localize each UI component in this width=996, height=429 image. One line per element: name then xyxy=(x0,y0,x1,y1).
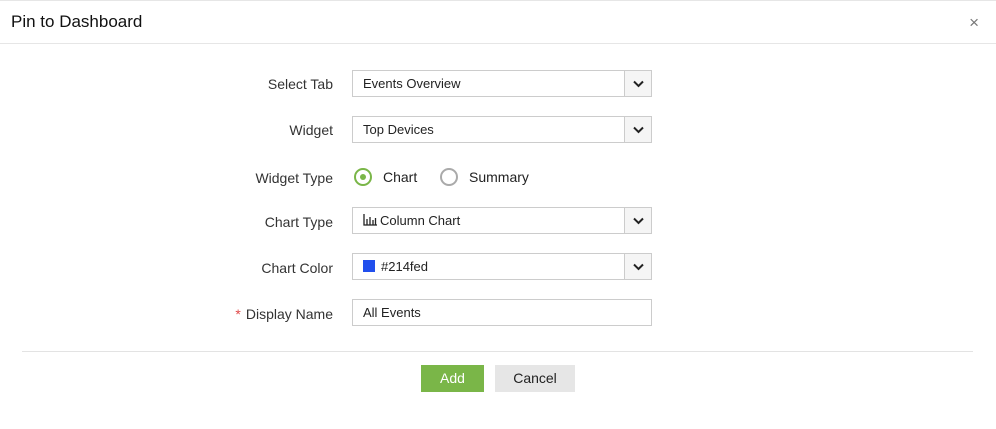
radio-checked-icon xyxy=(354,168,372,186)
display-name-input[interactable]: All Events xyxy=(352,299,652,326)
widget-dropdown[interactable]: Top Devices xyxy=(352,116,652,143)
close-icon[interactable]: × xyxy=(969,13,979,33)
select-tab-dropdown[interactable]: Events Overview xyxy=(352,70,652,97)
select-tab-value: Events Overview xyxy=(363,76,461,91)
cancel-button[interactable]: Cancel xyxy=(495,365,575,392)
add-button[interactable]: Add xyxy=(421,365,484,392)
chevron-down-icon[interactable] xyxy=(624,254,651,279)
chart-type-dropdown[interactable]: Column Chart xyxy=(352,207,652,234)
chart-color-value: #214fed xyxy=(381,259,428,274)
display-name-label-text: Display Name xyxy=(245,306,333,322)
display-name-label: * Display Name xyxy=(235,306,333,322)
color-swatch xyxy=(363,260,375,272)
radio-label: Chart xyxy=(383,169,418,185)
chart-color-dropdown[interactable]: #214fed xyxy=(352,253,652,280)
divider xyxy=(22,351,973,352)
dialog-header: Pin to Dashboard × xyxy=(0,0,996,44)
required-marker: * xyxy=(235,306,241,322)
radio-label: Summary xyxy=(469,169,529,185)
widget-value: Top Devices xyxy=(363,122,434,137)
chart-type-value: Column Chart xyxy=(380,213,461,228)
column-chart-icon xyxy=(363,214,377,226)
widget-type-radio-chart[interactable]: Chart xyxy=(354,168,417,186)
chart-color-label: Chart Color xyxy=(261,260,333,276)
widget-label: Widget xyxy=(289,122,333,138)
chevron-down-icon[interactable] xyxy=(624,71,651,96)
dialog-title: Pin to Dashboard xyxy=(11,12,143,31)
chevron-down-icon[interactable] xyxy=(624,117,651,142)
chevron-down-icon[interactable] xyxy=(624,208,651,233)
widget-type-radio-summary[interactable]: Summary xyxy=(440,168,529,186)
display-name-value: All Events xyxy=(363,305,421,320)
radio-unchecked-icon xyxy=(440,168,458,186)
chart-type-label: Chart Type xyxy=(264,214,333,230)
widget-type-label: Widget Type xyxy=(255,170,333,186)
select-tab-label: Select Tab xyxy=(267,76,333,92)
